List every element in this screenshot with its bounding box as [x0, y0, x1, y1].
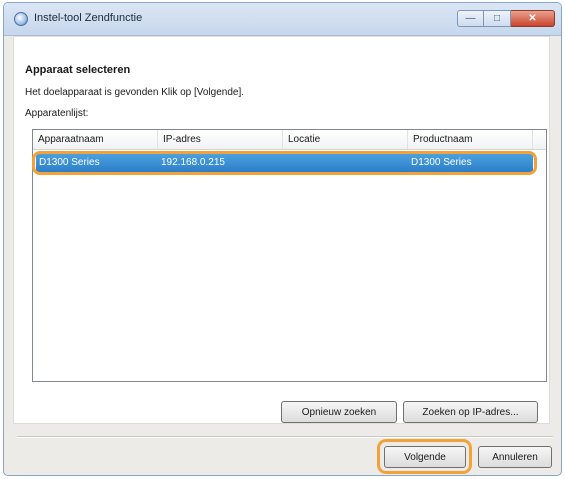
footer-divider — [17, 436, 553, 438]
search-by-ip-button[interactable]: Zoeken op IP-adres... — [403, 401, 538, 423]
page-title: Apparaat selecteren — [25, 64, 131, 76]
column-header-ip-address[interactable]: IP-adres — [158, 130, 283, 149]
column-header-device-name[interactable]: Apparaatnaam — [33, 130, 158, 149]
minimize-button[interactable]: — — [457, 10, 484, 27]
title-bar[interactable]: Instel-tool Zendfunctie — □ ✕ — [4, 3, 561, 36]
cancel-button[interactable]: Annuleren — [478, 446, 552, 468]
device-row-selected[interactable]: D1300 Series 192.168.0.215 D1300 Series — [32, 151, 537, 175]
window-controls: — □ ✕ — [457, 10, 555, 27]
device-list[interactable]: Apparaatnaam IP-adres Locatie Productnaa… — [32, 129, 547, 382]
minimize-icon: — — [465, 12, 476, 24]
close-icon: ✕ — [528, 12, 537, 24]
app-globe-icon — [14, 12, 28, 26]
close-button[interactable]: ✕ — [511, 10, 555, 27]
search-again-button[interactable]: Opnieuw zoeken — [281, 401, 397, 423]
selected-row-highlight — [32, 151, 537, 175]
installer-window: Instel-tool Zendfunctie — □ ✕ Apparaat s… — [3, 2, 562, 476]
next-button-highlight — [377, 439, 472, 474]
column-header-product-name[interactable]: Productnaam — [408, 130, 533, 149]
maximize-button[interactable]: □ — [484, 10, 511, 27]
device-list-label: Apparatenlijst: — [25, 108, 89, 119]
column-header-location[interactable]: Locatie — [283, 130, 408, 149]
window-title: Instel-tool Zendfunctie — [34, 12, 143, 24]
device-list-header: Apparaatnaam IP-adres Locatie Productnaa… — [33, 130, 546, 150]
content-panel: Apparaat selecteren Het doelapparaat is … — [13, 36, 550, 424]
instruction-text: Het doelapparaat is gevonden Klik op [Vo… — [25, 87, 245, 98]
maximize-icon: □ — [493, 12, 501, 24]
